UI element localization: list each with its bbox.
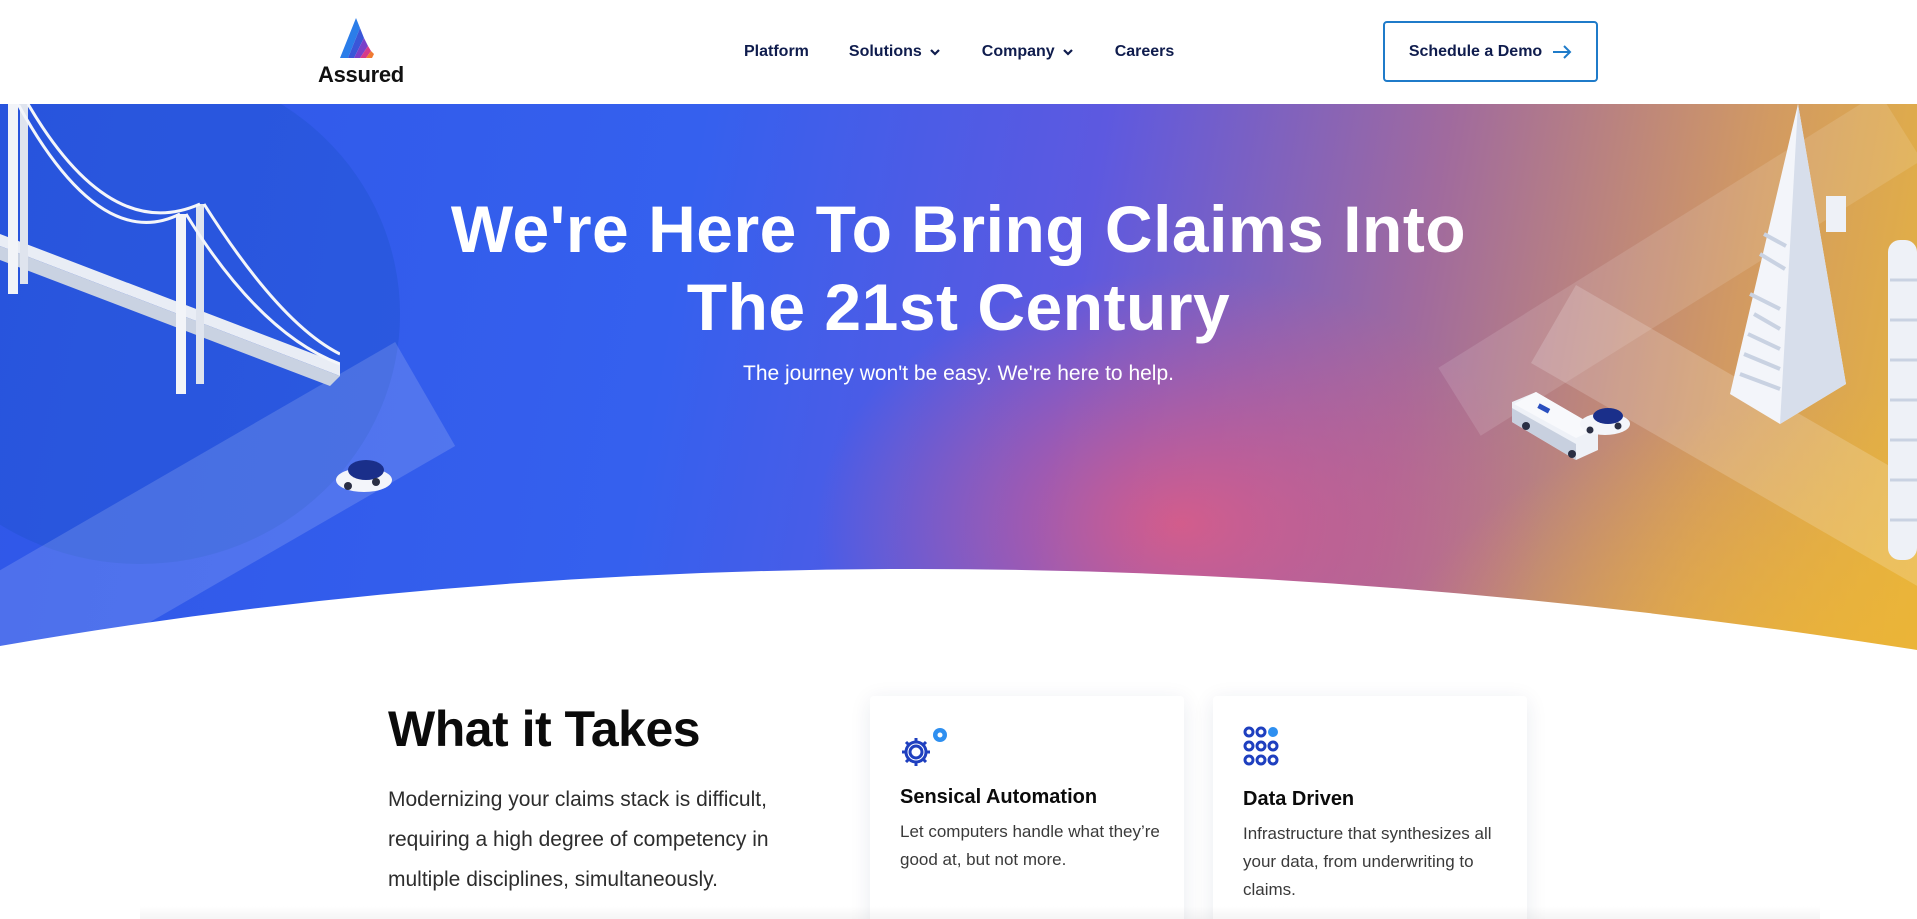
logo-text: Assured	[318, 62, 404, 87]
car-illustration	[336, 460, 392, 492]
nav-company-label: Company	[981, 43, 1055, 60]
car-illustration	[1580, 408, 1630, 435]
nav-solutions-label: Solutions	[848, 43, 922, 60]
bottom-shadow	[140, 906, 1820, 919]
arrow-right-icon	[1553, 44, 1572, 59]
nav-solutions[interactable]: Solutions	[849, 43, 942, 61]
assured-logo[interactable]: Assured	[318, 18, 404, 88]
feature-card-automation: Sensical Automation Let computers handle…	[870, 696, 1184, 919]
chevron-down-icon	[930, 49, 940, 56]
hero-subtitle: The journey won't be easy. We're here to…	[743, 362, 1174, 385]
nav-careers-label: Careers	[1114, 43, 1175, 60]
feature-card-data: Data Driven Infrastructure that synthesi…	[1213, 696, 1527, 919]
dot-grid-icon	[1243, 726, 1279, 766]
logo-mark-icon	[340, 18, 374, 58]
bridge-illustration	[0, 104, 340, 394]
chevron-down-icon	[1062, 49, 1073, 56]
schedule-demo-button[interactable]: Schedule a Demo	[1383, 21, 1598, 82]
site-header: Assured Platform Solutions Company Caree…	[0, 0, 1917, 104]
nav-platform[interactable]: Platform	[744, 43, 809, 61]
hero-bottom-curve	[0, 568, 1917, 670]
nav-platform-label: Platform	[744, 43, 809, 60]
hero-title: We're Here To Bring Claims Into The 21st…	[450, 192, 1467, 344]
gears-icon	[902, 728, 947, 766]
card-title: Sensical Automation	[900, 786, 1098, 808]
card-body: Infrastructure that synthesizes all your…	[1243, 824, 1492, 899]
nav-careers[interactable]: Careers	[1115, 43, 1175, 61]
schedule-demo-label: Schedule a Demo	[1408, 42, 1543, 60]
section-body: Modernizing your claims stack is difficu…	[388, 788, 769, 891]
card-body: Let computers handle what they’re good a…	[900, 822, 1160, 869]
building-illustration	[1888, 240, 1917, 560]
card-title: Data Driven	[1243, 788, 1355, 810]
main-nav: Platform Solutions Company Careers	[744, 38, 1214, 66]
nav-company[interactable]: Company	[982, 43, 1075, 61]
pyramid-tower-illustration	[1730, 104, 1846, 424]
section-title: What it Takes	[388, 701, 701, 757]
